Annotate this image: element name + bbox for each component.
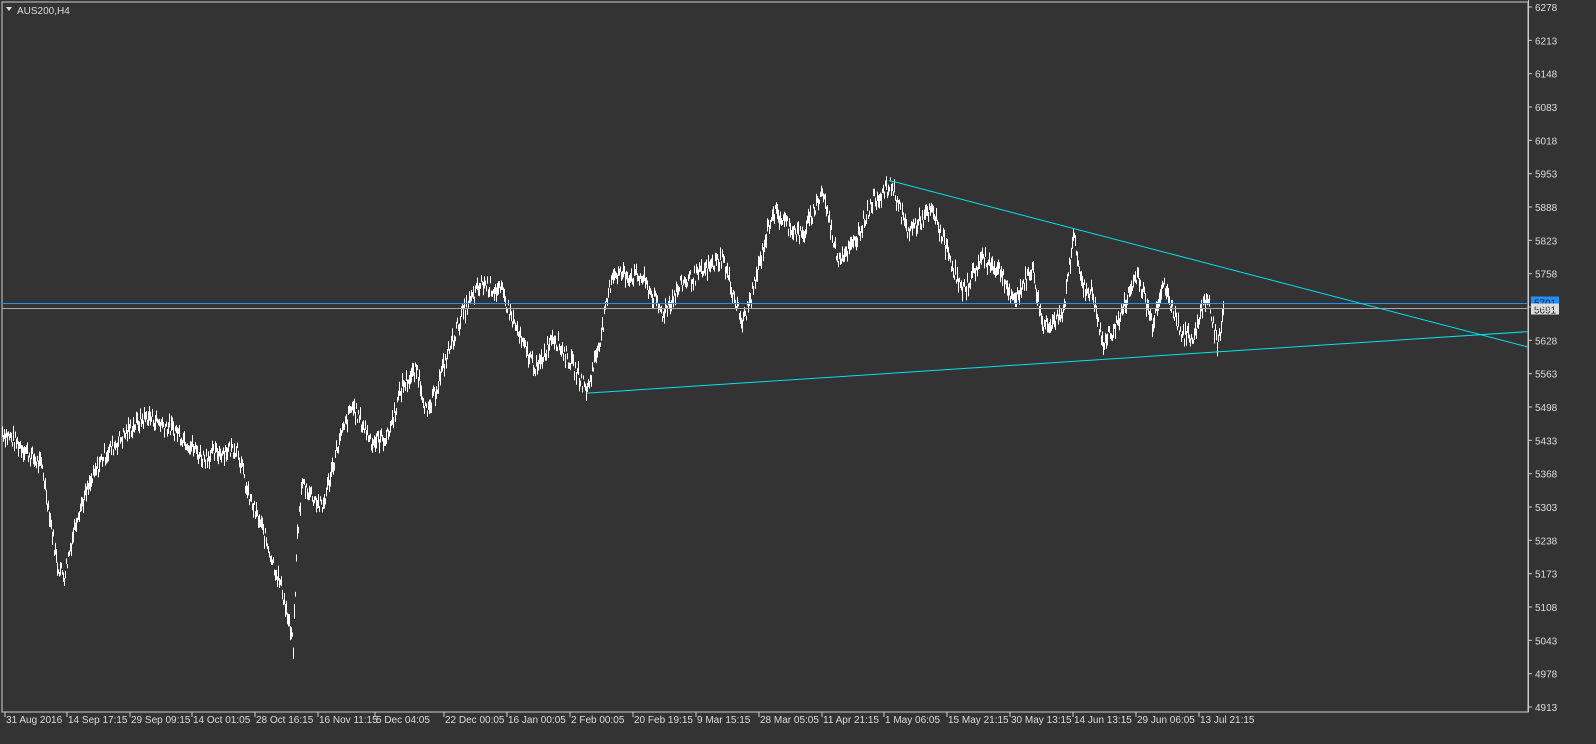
y-tick-label: 5303 bbox=[1535, 503, 1558, 514]
y-tick-label: 5433 bbox=[1535, 436, 1558, 447]
y-tick-label: 6278 bbox=[1535, 3, 1558, 14]
chart-title: AUS200,H4 bbox=[17, 6, 70, 17]
lower-trendline[interactable] bbox=[586, 331, 1529, 394]
y-tick-label: 5693 bbox=[1535, 303, 1558, 314]
x-tick-label: 20 Feb 19:15 bbox=[634, 715, 693, 726]
x-tick-label: 29 Sep 09:15 bbox=[131, 715, 191, 726]
x-tick-label: 2 Feb 00:05 bbox=[571, 715, 625, 726]
x-tick-label: 5 Dec 04:05 bbox=[376, 715, 430, 726]
y-tick-label: 6148 bbox=[1535, 70, 1558, 81]
y-tick-label: 5888 bbox=[1535, 203, 1558, 214]
x-tick-label: 28 Oct 16:15 bbox=[256, 715, 314, 726]
x-tick-label: 22 Dec 00:05 bbox=[445, 715, 505, 726]
price-chart[interactable]: 5701569162786213614860836018595358885823… bbox=[0, 0, 1596, 744]
y-tick-label: 5758 bbox=[1535, 270, 1558, 281]
x-tick-label: 9 Mar 15:15 bbox=[697, 715, 751, 726]
x-tick-label: 1 May 06:05 bbox=[885, 715, 940, 726]
x-tick-label: 14 Jun 13:15 bbox=[1074, 715, 1132, 726]
x-tick-label: 15 May 21:15 bbox=[948, 715, 1009, 726]
y-tick-label: 6083 bbox=[1535, 103, 1558, 114]
x-tick-label: 11 Apr 21:15 bbox=[823, 715, 879, 726]
y-tick-label: 5498 bbox=[1535, 403, 1558, 414]
y-tick-label: 5173 bbox=[1535, 570, 1558, 581]
x-tick-label: 14 Sep 17:15 bbox=[68, 715, 128, 726]
y-tick-label: 5628 bbox=[1535, 336, 1558, 347]
price-bars bbox=[2, 176, 1224, 659]
dropdown-triangle-icon[interactable] bbox=[6, 7, 12, 11]
x-tick-label: 29 Jun 06:05 bbox=[1137, 715, 1195, 726]
x-tick-label: 28 Mar 05:05 bbox=[760, 715, 819, 726]
y-tick-label: 6018 bbox=[1535, 136, 1558, 147]
y-tick-label: 5563 bbox=[1535, 370, 1558, 381]
y-tick-label: 5108 bbox=[1535, 603, 1558, 614]
y-tick-label: 5368 bbox=[1535, 470, 1558, 481]
y-tick-label: 6213 bbox=[1535, 36, 1558, 47]
y-tick-label: 5238 bbox=[1535, 536, 1558, 547]
plot-frame bbox=[1, 1, 1529, 713]
y-tick-label: 5953 bbox=[1535, 170, 1558, 181]
x-tick-label: 31 Aug 2016 bbox=[6, 715, 63, 726]
x-tick-label: 14 Oct 01:05 bbox=[193, 715, 251, 726]
y-tick-label: 5043 bbox=[1535, 636, 1558, 647]
y-tick-label: 4913 bbox=[1535, 703, 1558, 714]
chart-window[interactable]: 5701569162786213614860836018595358885823… bbox=[0, 0, 1596, 744]
x-tick-label: 16 Jan 00:05 bbox=[508, 715, 566, 726]
x-tick-label: 16 Nov 11:15 bbox=[319, 715, 378, 726]
y-tick-label: 5823 bbox=[1535, 236, 1558, 247]
x-tick-label: 30 May 13:15 bbox=[1011, 715, 1072, 726]
y-tick-label: 4978 bbox=[1535, 670, 1558, 681]
x-tick-label: 13 Jul 21:15 bbox=[1200, 715, 1255, 726]
